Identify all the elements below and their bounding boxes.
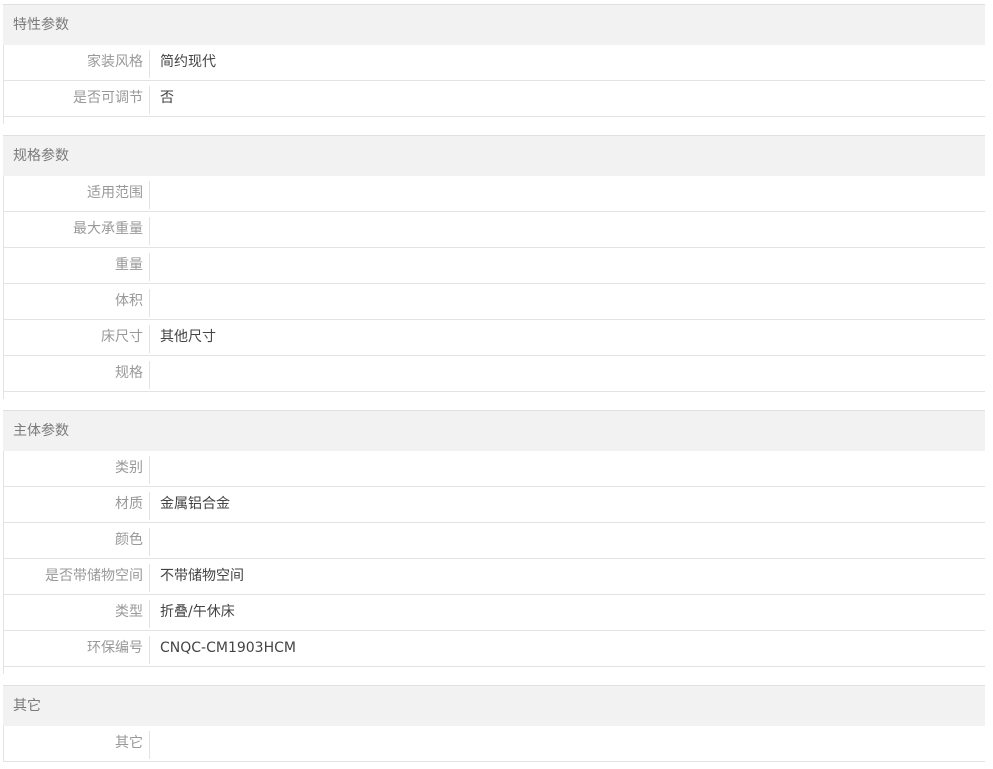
spec-row: 重量 (3, 248, 985, 284)
spec-row: 适用范围 (3, 176, 985, 212)
spec-label: 是否可调节 (73, 90, 143, 106)
spec-row: 环保编号 CNQC-CM1903HCM (3, 631, 985, 667)
spec-row: 材质 金属铝合金 (3, 487, 985, 523)
spec-row: 颜色 (3, 523, 985, 559)
spec-row: 其它 (3, 726, 985, 762)
spec-label: 规格 (115, 365, 143, 381)
spec-label: 颜色 (115, 532, 143, 548)
section-main-body: 主体参数 类别 材质 金属铝合金 颜色 是否带储物空间 不带储物空间 类型 折叠… (3, 410, 985, 674)
spec-value: 其他尺寸 (160, 329, 216, 345)
row-divider (149, 217, 150, 245)
spec-value: 否 (160, 90, 174, 106)
row-divider (149, 86, 150, 114)
spec-label: 其它 (115, 735, 143, 751)
spec-row: 规格 (3, 356, 985, 392)
spec-value: 不带储物空间 (160, 568, 244, 584)
spec-value: CNQC-CM1903HCM (160, 640, 296, 656)
spec-row: 家装风格 简约现代 (3, 45, 985, 81)
section-specifications: 规格参数 适用范围 最大承重量 重量 体积 床尺寸 其他尺寸 规格 (3, 135, 985, 399)
spec-label: 类别 (115, 460, 143, 476)
section-features: 特性参数 家装风格 简约现代 是否可调节 否 (3, 4, 985, 124)
spec-label: 床尺寸 (101, 329, 143, 345)
row-divider (149, 600, 150, 628)
row-divider (149, 528, 150, 556)
row-divider (149, 492, 150, 520)
row-divider (149, 731, 150, 759)
section-title: 规格参数 (3, 136, 985, 176)
spec-label: 材质 (115, 496, 143, 512)
row-divider (149, 253, 150, 281)
spec-label: 最大承重量 (73, 221, 143, 237)
spec-label: 环保编号 (87, 640, 143, 656)
section-title: 主体参数 (3, 411, 985, 451)
spec-label: 体积 (115, 293, 143, 309)
spec-row: 最大承重量 (3, 212, 985, 248)
section-tail (3, 117, 985, 124)
spec-label: 是否带储物空间 (45, 568, 143, 584)
spec-value: 简约现代 (160, 54, 216, 70)
section-tail (3, 667, 985, 674)
spec-row: 床尺寸 其他尺寸 (3, 320, 985, 356)
row-divider (149, 50, 150, 78)
spec-label: 适用范围 (87, 185, 143, 201)
section-tail (3, 392, 985, 399)
row-divider (149, 636, 150, 664)
row-divider (149, 181, 150, 209)
section-title: 特性参数 (3, 5, 985, 45)
spec-label: 家装风格 (87, 54, 143, 70)
spec-row: 类型 折叠/午休床 (3, 595, 985, 631)
row-divider (149, 456, 150, 484)
spec-label: 类型 (115, 604, 143, 620)
row-divider (149, 325, 150, 353)
row-divider (149, 564, 150, 592)
row-divider (149, 361, 150, 389)
spec-value: 折叠/午休床 (160, 604, 235, 620)
spec-row: 是否带储物空间 不带储物空间 (3, 559, 985, 595)
spec-row: 类别 (3, 451, 985, 487)
spec-label: 重量 (115, 257, 143, 273)
section-other: 其它 其它 (3, 685, 985, 762)
section-title: 其它 (3, 686, 985, 726)
spec-value: 金属铝合金 (160, 496, 230, 512)
spec-row: 体积 (3, 284, 985, 320)
spec-row: 是否可调节 否 (3, 81, 985, 117)
row-divider (149, 289, 150, 317)
